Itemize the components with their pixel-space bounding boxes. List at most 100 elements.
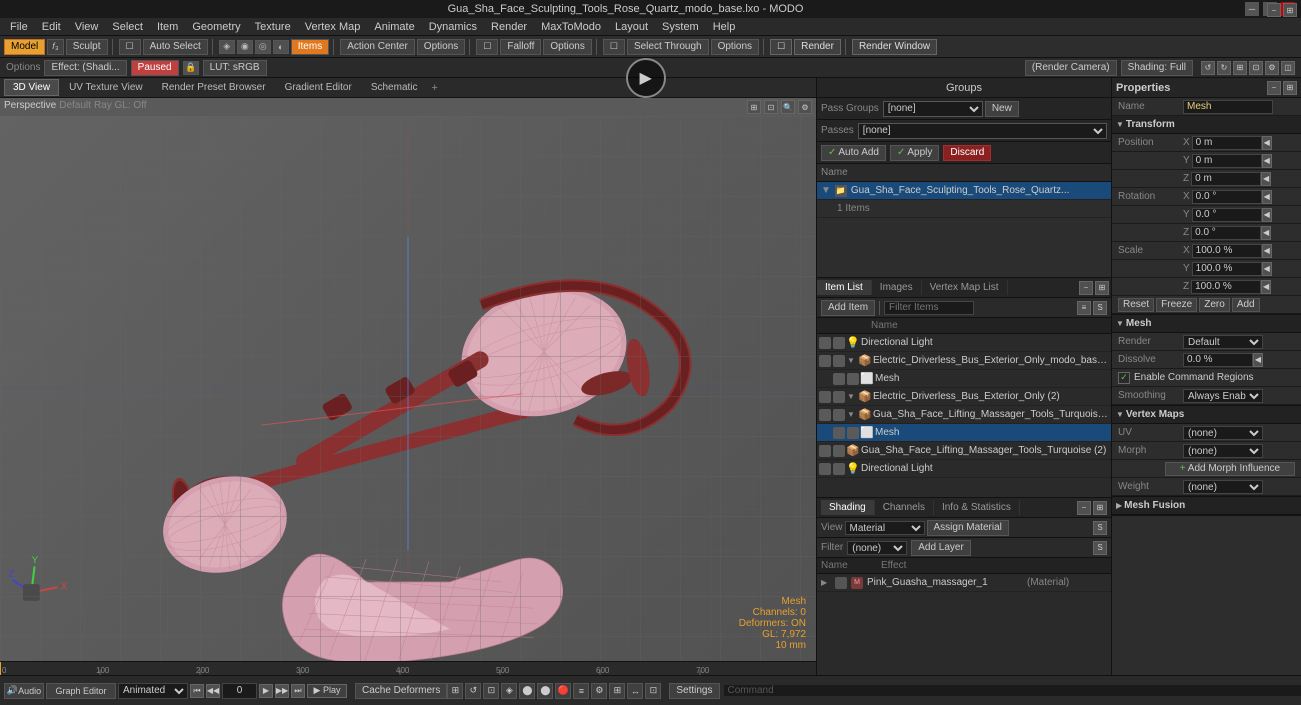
model-mode-button[interactable]: Model [4,39,45,55]
vis-dot[interactable] [819,445,831,457]
list-item[interactable]: 💡 Directional Light [817,460,1111,478]
list-item[interactable]: 📦 Gua_Sha_Face_Lifting_Massager_Tools_Tu… [817,442,1111,460]
rotation-x-input[interactable] [1192,190,1262,204]
scale-y-btn[interactable]: ◀ [1262,262,1272,276]
options2-button[interactable]: Options [543,39,591,55]
scale-z-input[interactable] [1191,280,1261,294]
bottom-icon-6[interactable]: ⬤ [537,683,553,699]
uv-select[interactable]: (none) [1183,426,1263,440]
auto-select-button[interactable]: ☐ [119,39,141,55]
scale-x-btn[interactable]: ◀ [1262,244,1272,258]
select-through-label[interactable]: Select Through [627,39,709,55]
play-button[interactable]: ▶ Play [307,684,347,698]
list-item[interactable]: ▼ 📦 Gua_Sha_Face_Lifting_Massager_Tools_… [817,406,1111,424]
render-label-button[interactable]: Render [794,39,841,55]
dissolve-input[interactable] [1183,353,1253,367]
discard-button[interactable]: Discard [943,145,991,161]
graph-editor-button[interactable]: Graph Editor [46,683,116,699]
cache-deformers-button[interactable]: Cache Deformers [355,683,447,699]
freeze-button[interactable]: Freeze [1156,298,1197,312]
menu-maxtomodo[interactable]: MaxToModo [535,20,607,34]
morph-select[interactable]: (none) [1183,444,1263,458]
viewport-icon4[interactable]: ⊡ [1249,61,1263,75]
paused-button[interactable]: Paused [131,60,179,76]
vis-dot[interactable] [819,337,831,349]
render-camera-button[interactable]: (Render Camera) [1025,60,1117,76]
transform-header[interactable]: ▼ Transform [1112,116,1301,134]
viewport-icon1[interactable]: ↺ [1201,61,1215,75]
mesh-group-header[interactable]: ▼ Mesh [1112,315,1301,333]
items-icon3[interactable]: ◎ [255,40,271,54]
vis-dot2[interactable] [833,391,845,403]
pos-y-btn[interactable]: ◀ [1262,154,1272,168]
scale-z-btn[interactable]: ◀ [1261,280,1271,294]
shading-expand[interactable]: ▶ [821,578,831,587]
bottom-icon-9[interactable]: ⚙ [591,683,607,699]
tab-render-preset-browser[interactable]: Render Preset Browser [153,79,275,96]
shading-item[interactable]: ▶ M Pink_Guasha_massager_1 (Material) [817,574,1111,592]
settings-button[interactable]: Settings [669,683,719,699]
minimize-button[interactable]: ─ [1245,2,1259,16]
assign-material-button[interactable]: Assign Material [927,520,1009,536]
weight-select[interactable]: (none) [1183,480,1263,494]
bottom-icon-5[interactable]: ⬤ [519,683,535,699]
viewport-icon6[interactable]: ◫ [1281,61,1295,75]
play-large-button[interactable]: ▶ [626,58,666,98]
menu-help[interactable]: Help [707,20,742,34]
item-expand[interactable]: ▼ [847,392,857,401]
groups-icon2[interactable]: ⊞ [1283,3,1297,17]
rotation-y-input[interactable] [1192,208,1262,222]
shading-button[interactable]: Shading: Full [1121,60,1193,76]
shading-icon2[interactable]: ⊞ [1093,501,1107,515]
item-expand[interactable]: ▼ [847,410,857,419]
stab-channels[interactable]: Channels [875,500,934,515]
position-z-input[interactable] [1191,172,1261,186]
bottom-icon-11[interactable]: ↔ [627,683,643,699]
vis-dot[interactable] [819,355,831,367]
vis-dot[interactable] [833,373,845,385]
iltab-vertex-map[interactable]: Vertex Map List [922,280,1008,295]
pass-groups-select[interactable]: [none] [883,101,983,117]
vis-dot2[interactable] [833,337,845,349]
vis-dot2[interactable] [847,427,859,439]
bottom-icon-10[interactable]: ⊞ [609,683,625,699]
pass-groups-new-button[interactable]: New [985,101,1019,117]
menu-file[interactable]: File [4,20,34,34]
menu-edit[interactable]: Edit [36,20,67,34]
menu-animate[interactable]: Animate [368,20,420,34]
menu-item[interactable]: Item [151,20,184,34]
shading-icon1[interactable]: − [1077,501,1091,515]
render-select[interactable]: Default [1183,335,1263,349]
itemlist-icon1[interactable]: − [1079,281,1093,295]
vis-dot[interactable] [819,391,831,403]
filter-select[interactable]: (none) [847,541,907,555]
options3-button[interactable]: Options [711,39,759,55]
menu-select[interactable]: Select [106,20,149,34]
viewport-icon3[interactable]: ⊞ [1233,61,1247,75]
props-icon2[interactable]: ⊞ [1283,81,1297,95]
falloff-button[interactable]: ☐ [476,39,498,55]
next-frame-icon[interactable]: ⏭ [291,684,305,698]
bottom-icon-3[interactable]: ⊡ [483,683,499,699]
3d-viewport[interactable]: X Y Z Perspective Default Ray GL: Off [0,98,816,661]
vp-icon-lock[interactable]: ⊞ [747,100,761,114]
play-pause-icon[interactable]: ▶ [259,684,273,698]
vis-dot2[interactable] [847,373,859,385]
apply-button[interactable]: ✓ Apply [890,145,939,161]
viewport-icon5[interactable]: ⚙ [1265,61,1279,75]
group-item-1[interactable]: ▼ 📁 Gua_Sha_Face_Sculpting_Tools_Rose_Qu… [817,182,1111,200]
items-icon4[interactable]: ◐ [273,40,289,54]
sculpt-mode-button[interactable]: 𝑓₃ [47,39,63,55]
bottom-icon-8[interactable]: ≡ [573,683,589,699]
effect-button[interactable]: Effect: (Shadi... [44,60,126,76]
menu-view[interactable]: View [69,20,105,34]
prev-key-icon[interactable]: ◀◀ [206,684,220,698]
pos-x-btn[interactable]: ◀ [1262,136,1272,150]
command-input[interactable] [774,685,1297,696]
animated-select[interactable]: Animated [118,683,188,699]
sculpt-button[interactable]: Sculpt [66,39,108,55]
scale-y-input[interactable] [1192,262,1262,276]
render-window-button[interactable]: Render Window [852,39,937,55]
dissolve-btn[interactable]: ◀ [1253,353,1263,367]
vis-dot[interactable] [819,463,831,475]
